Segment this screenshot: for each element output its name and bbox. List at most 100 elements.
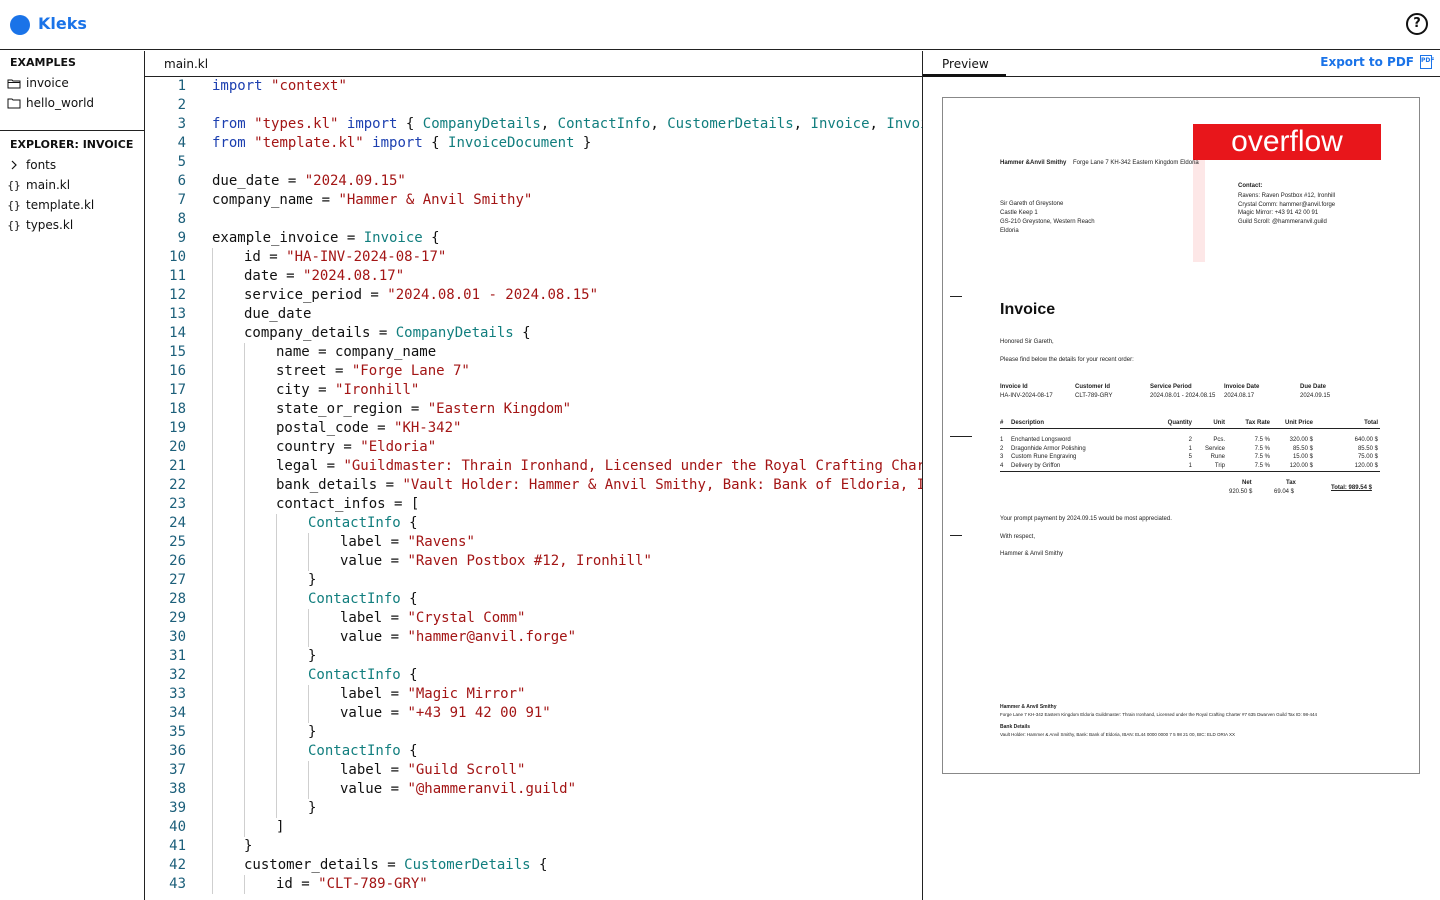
example-item-hello-world[interactable]: hello_world: [0, 93, 144, 113]
token: }: [308, 800, 317, 816]
code-line[interactable]: 35}: [145, 723, 922, 742]
code-line[interactable]: 19 postal_code = "KH-342": [145, 419, 922, 438]
code-line[interactable]: 30 value = "hammer@anvil.forge": [145, 628, 922, 647]
logo-icon: [10, 15, 30, 35]
line-number: 20: [169, 439, 186, 455]
code-line[interactable]: 15 name = company_name: [145, 343, 922, 362]
indent-guide: [244, 818, 245, 837]
code-line[interactable]: 5: [145, 153, 922, 172]
net-value: 920.50 $: [1229, 489, 1253, 495]
code-line[interactable]: 42 customer_details = CustomerDetails {: [145, 856, 922, 875]
token: value =: [340, 629, 408, 645]
code-line[interactable]: 43 id = "CLT-789-GRY": [145, 875, 922, 894]
token: label =: [340, 534, 408, 550]
code-line[interactable]: 37 label = "Guild Scroll": [145, 761, 922, 780]
code-line[interactable]: 3 from "types.kl" import { CompanyDetails…: [145, 115, 922, 134]
indent-guide: [212, 628, 213, 647]
line-text: state_or_region = "Eastern Kingdom": [276, 400, 571, 419]
code-line[interactable]: 36 ContactInfo {: [145, 742, 922, 761]
token: date =: [244, 268, 304, 284]
line-text: label = "Guild Scroll": [340, 761, 525, 780]
tax-label: Tax: [1286, 480, 1296, 486]
code-editor[interactable]: main.kl 1 import "context" 2 3 from "types.k…: [145, 51, 923, 900]
token: contact_infos = [: [276, 496, 420, 512]
code-line[interactable]: 7 company_name = "Hammer & Anvil Smithy": [145, 191, 922, 210]
code-line[interactable]: 21 legal = "Guildmaster: Thrain Ironhand,…: [145, 457, 922, 476]
items-cell: 4: [1000, 462, 1004, 469]
code-line[interactable]: 32 ContactInfo {: [145, 666, 922, 685]
indent-guide: [212, 495, 213, 514]
items-cell: 320.00 $: [1289, 437, 1313, 443]
code-line[interactable]: 6 due_date = "2024.09.15": [145, 172, 922, 191]
code-line[interactable]: 39}: [145, 799, 922, 818]
items-header-cell: Description: [1011, 420, 1045, 426]
line-text: ContactInfo {: [308, 666, 418, 685]
code-line[interactable]: 25 label = "Ravens": [145, 533, 922, 552]
example-item-invoice[interactable]: invoice: [0, 73, 144, 93]
items-header-cell: Quantity: [1167, 420, 1192, 426]
line-number: 10: [169, 249, 186, 265]
tab-preview[interactable]: Preview: [923, 51, 1006, 77]
code-line[interactable]: 10 id = "HA-INV-2024-08-17": [145, 248, 922, 267]
line-text: }: [308, 647, 316, 666]
code-line[interactable]: 41}: [145, 837, 922, 856]
line-number: 22: [169, 477, 186, 493]
tab-main-kl[interactable]: main.kl: [145, 51, 227, 77]
code-line[interactable]: 17 city = "Ironhill": [145, 381, 922, 400]
token: import: [372, 135, 423, 151]
items-cell: 5: [1188, 454, 1192, 460]
indent-guide: [212, 609, 213, 628]
indent-guide: [308, 761, 309, 780]
file-item-fonts[interactable]: fonts: [0, 155, 144, 175]
code-line[interactable]: 22 bank_details = "Vault Holder: Hammer &…: [145, 476, 922, 495]
indent-guide: [276, 799, 277, 818]
code-line[interactable]: 20 country = "Eldoria": [145, 438, 922, 457]
code-line[interactable]: 16 street = "Forge Lane 7": [145, 362, 922, 381]
code-line[interactable]: 31}: [145, 647, 922, 666]
code-line[interactable]: 23 contact_infos = [: [145, 495, 922, 514]
code-line[interactable]: 38 value = "@hammeranvil.guild": [145, 780, 922, 799]
line-number: 32: [169, 667, 186, 683]
file-item-types[interactable]: {} types.kl: [0, 215, 144, 235]
code-line[interactable]: 1 import "context": [145, 77, 922, 96]
export-pdf-button[interactable]: Export to PDF PDF: [1320, 55, 1434, 69]
code-line[interactable]: 40]: [145, 818, 922, 837]
code-line[interactable]: 9 example_invoice = Invoice {: [145, 229, 922, 248]
line-number: 13: [169, 306, 186, 322]
token: ContactInfo: [308, 591, 401, 607]
code-line[interactable]: 13 due_date: [145, 305, 922, 324]
indent-guide: [212, 590, 213, 609]
code-line[interactable]: 24 ContactInfo {: [145, 514, 922, 533]
code-line[interactable]: 4 from "template.kl" import { InvoiceDocu…: [145, 134, 922, 153]
token: service_period =: [244, 287, 388, 303]
indent-guide: [212, 419, 213, 438]
token: street =: [276, 363, 352, 379]
items-header-cell: Unit Price: [1284, 420, 1313, 426]
token: ContactInfo: [308, 667, 401, 683]
code-line[interactable]: 2: [145, 96, 922, 115]
braces-icon: {}: [7, 178, 21, 192]
file-item-template[interactable]: {} template.kl: [0, 195, 144, 215]
code-line[interactable]: 14 company_details = CompanyDetails {: [145, 324, 922, 343]
recipient-line: Sir Gareth of Greystone: [1000, 201, 1064, 207]
code-line[interactable]: 28 ContactInfo {: [145, 590, 922, 609]
file-item-main[interactable]: {} main.kl: [0, 175, 144, 195]
code-line[interactable]: 12 service_period = "2024.08.01 - 2024.08…: [145, 286, 922, 305]
line-number: 21: [169, 458, 186, 474]
line-text: country = "Eldoria": [276, 438, 436, 457]
code-line[interactable]: 29 label = "Crystal Comm": [145, 609, 922, 628]
line-number: 9: [177, 230, 186, 246]
footer-legal: Forge Lane 7 KH-342 Eastern Kingdom Eldo…: [1000, 712, 1318, 717]
code-line[interactable]: 33 label = "Magic Mirror": [145, 685, 922, 704]
line-number: 38: [169, 781, 186, 797]
code-line[interactable]: 27}: [145, 571, 922, 590]
help-icon[interactable]: ?: [1406, 13, 1428, 35]
pdf-icon: PDF: [1420, 55, 1434, 69]
code-line[interactable]: 8: [145, 210, 922, 229]
code-line[interactable]: 34 value = "+43 91 42 00 91": [145, 704, 922, 723]
code-line[interactable]: 11 date = "2024.08.17": [145, 267, 922, 286]
code-line[interactable]: 18 state_or_region = "Eastern Kingdom": [145, 400, 922, 419]
token: value =: [340, 553, 408, 569]
document-page: overflow Hammer &Anvil Smithy Forge Lane…: [942, 97, 1420, 774]
code-line[interactable]: 26 value = "Raven Postbox #12, Ironhill": [145, 552, 922, 571]
